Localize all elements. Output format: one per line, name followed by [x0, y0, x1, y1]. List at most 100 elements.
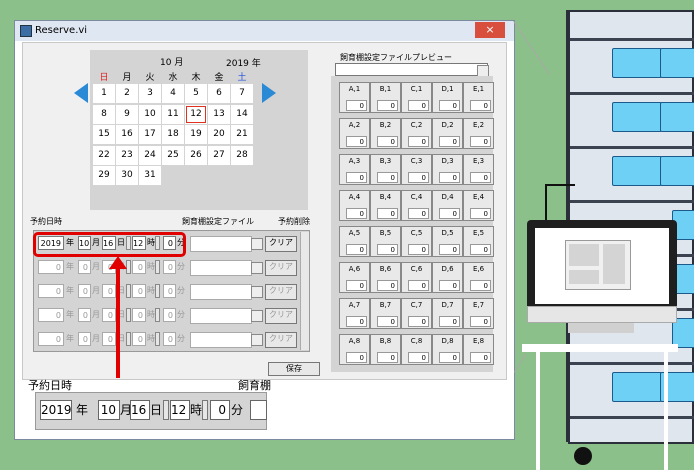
shelf-cell-value: 0 — [439, 208, 460, 219]
clear-button[interactable]: クリア — [265, 284, 297, 300]
settings-file-field[interactable] — [190, 332, 252, 348]
calendar-day[interactable]: 28 — [231, 145, 253, 165]
calendar-day[interactable]: 23 — [116, 145, 138, 165]
calendar-day[interactable]: 24 — [139, 145, 161, 165]
chevron-down-icon[interactable] — [251, 310, 263, 322]
calendar-day[interactable]: 8 — [93, 104, 115, 124]
calendar-day[interactable]: 9 — [116, 104, 138, 124]
calendar-day[interactable]: 5 — [185, 84, 207, 103]
save-button[interactable]: 保存 — [268, 362, 320, 376]
day-field[interactable]: 0 — [102, 332, 116, 346]
calendar-day[interactable]: 14 — [231, 104, 253, 124]
chevron-down-icon[interactable] — [251, 334, 263, 346]
month-field[interactable]: 0 — [78, 308, 91, 322]
hour-spinner[interactable] — [155, 332, 160, 346]
calendar-day[interactable]: 19 — [185, 125, 207, 144]
clear-button[interactable]: クリア — [265, 332, 297, 348]
shelf-cell-value: 0 — [470, 352, 491, 363]
hour-field[interactable]: 0 — [132, 284, 146, 298]
calendar-day[interactable]: 26 — [185, 145, 207, 165]
shelf-cell-value: 0 — [439, 316, 460, 327]
chevron-down-icon[interactable] — [251, 286, 263, 298]
calendar-empty-cell — [162, 186, 184, 206]
day-spinner[interactable] — [126, 284, 131, 298]
shelf-cell: A,5 0 — [339, 226, 370, 257]
year-field[interactable]: 0 — [38, 308, 64, 322]
clear-button[interactable]: クリア — [265, 260, 297, 276]
minute-field[interactable]: 0 — [163, 284, 176, 298]
prev-month-arrow-icon[interactable] — [74, 83, 88, 103]
month-field[interactable]: 0 — [78, 332, 91, 346]
month-unit: 月 — [92, 262, 100, 271]
settings-file-field[interactable] — [190, 308, 252, 324]
year-field[interactable]: 0 — [38, 284, 64, 298]
calendar-day[interactable]: 7 — [231, 84, 253, 103]
clear-button[interactable]: クリア — [265, 308, 297, 324]
settings-file-field[interactable] — [190, 236, 252, 252]
hour-spinner[interactable] — [155, 260, 160, 274]
day-spinner[interactable] — [126, 332, 131, 346]
settings-file-field[interactable] — [190, 260, 252, 276]
calendar-day[interactable]: 12 — [185, 104, 207, 124]
zoom-minute-field[interactable]: 0 — [210, 400, 230, 420]
calendar-day[interactable]: 2 — [116, 84, 138, 103]
close-button[interactable]: × — [475, 22, 505, 38]
zoom-hour-field[interactable]: 12 — [170, 400, 190, 420]
calendar-day[interactable]: 18 — [162, 125, 184, 144]
calendar-day[interactable]: 6 — [208, 84, 230, 103]
day-spinner[interactable] — [126, 308, 131, 322]
zoom-hour-spinner[interactable] — [202, 400, 208, 420]
zoom-day-field[interactable]: 16 — [130, 400, 150, 420]
reservation-scrollbar[interactable] — [300, 232, 309, 350]
calendar-day[interactable]: 3 — [139, 84, 161, 103]
zoom-year-field[interactable]: 2019 — [40, 400, 72, 420]
month-field[interactable]: 0 — [78, 284, 91, 298]
shelf-cell: C,4 0 — [401, 190, 432, 221]
calendar-day[interactable]: 11 — [162, 104, 184, 124]
calendar-day[interactable]: 31 — [139, 166, 161, 185]
calendar-day[interactable]: 15 — [93, 125, 115, 144]
calendar-empty-cell — [139, 186, 161, 206]
year-field[interactable]: 0 — [38, 260, 64, 274]
calendar-day[interactable]: 29 — [93, 166, 115, 185]
year-field[interactable]: 0 — [38, 332, 64, 346]
chevron-down-icon[interactable] — [251, 262, 263, 274]
rack-shelf — [570, 416, 694, 419]
calendar-day[interactable]: 30 — [116, 166, 138, 185]
settings-file-field[interactable] — [190, 284, 252, 300]
calendar-empty-cell — [162, 166, 184, 185]
calendar-day[interactable]: 25 — [162, 145, 184, 165]
calendar-day[interactable]: 17 — [139, 125, 161, 144]
calendar-day[interactable]: 10 — [139, 104, 161, 124]
minute-field[interactable]: 0 — [163, 260, 176, 274]
calendar-day[interactable]: 4 — [162, 84, 184, 103]
hour-spinner[interactable] — [155, 284, 160, 298]
calendar-day[interactable]: 20 — [208, 125, 230, 144]
day-field[interactable]: 0 — [102, 308, 116, 322]
hour-field[interactable]: 0 — [132, 260, 146, 274]
calendar-day[interactable]: 27 — [208, 145, 230, 165]
chevron-down-icon[interactable] — [251, 238, 263, 250]
minute-field[interactable]: 0 — [163, 332, 176, 346]
zoom-file-field[interactable] — [250, 400, 267, 420]
month-field[interactable]: 0 — [78, 260, 91, 274]
hour-spinner[interactable] — [155, 308, 160, 322]
calendar-day[interactable]: 1 — [93, 84, 115, 103]
next-month-arrow-icon[interactable] — [262, 83, 276, 103]
shelf-cell: C,1 0 — [401, 82, 432, 113]
calendar-day[interactable]: 16 — [116, 125, 138, 144]
hour-field[interactable]: 0 — [132, 308, 146, 322]
shelf-cell-value: 0 — [346, 316, 367, 327]
calendar-day[interactable]: 13 — [208, 104, 230, 124]
shelf-cell-label: C,6 — [410, 265, 423, 273]
calendar-day[interactable]: 21 — [231, 125, 253, 144]
calendar-day[interactable]: 22 — [93, 145, 115, 165]
zoom-month-field[interactable]: 10 — [98, 400, 120, 420]
minute-field[interactable]: 0 — [163, 308, 176, 322]
shelf-cell-label: E,4 — [472, 193, 485, 201]
zoom-day-spinner[interactable] — [163, 400, 169, 420]
clear-button[interactable]: クリア — [265, 236, 297, 252]
day-field[interactable]: 0 — [102, 284, 116, 298]
preview-file-select[interactable] — [335, 63, 488, 76]
hour-field[interactable]: 0 — [132, 332, 146, 346]
